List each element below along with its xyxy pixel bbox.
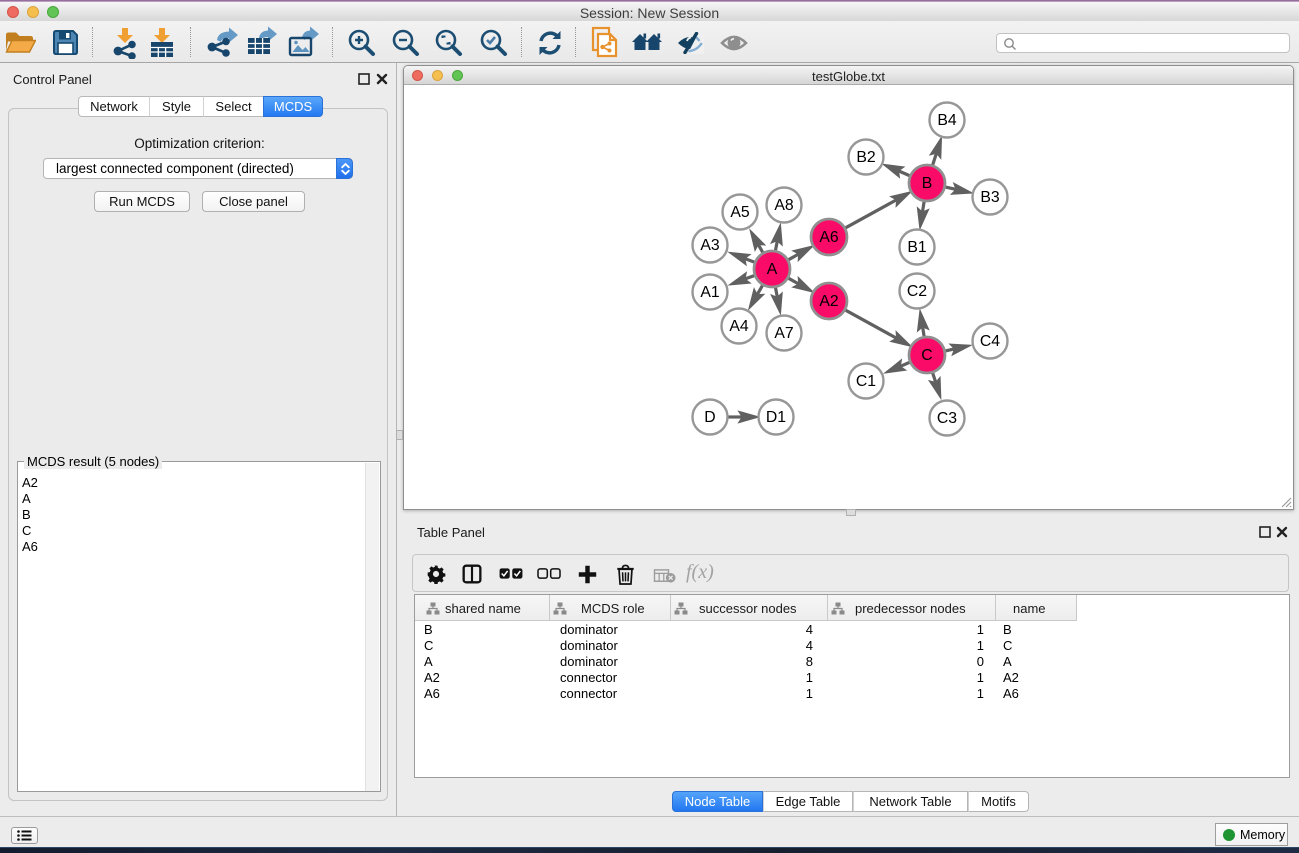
svg-text:B: B <box>922 175 933 192</box>
svg-text:C3: C3 <box>937 410 957 427</box>
svg-text:A8: A8 <box>774 197 794 214</box>
svg-text:A4: A4 <box>729 318 749 335</box>
svg-text:C: C <box>921 347 932 364</box>
svg-text:B2: B2 <box>856 149 875 166</box>
svg-text:B1: B1 <box>907 239 927 256</box>
svg-text:B3: B3 <box>980 189 1000 206</box>
svg-text:A1: A1 <box>700 284 720 301</box>
svg-text:A5: A5 <box>730 204 750 221</box>
svg-text:A6: A6 <box>819 229 839 246</box>
svg-text:B4: B4 <box>937 112 957 129</box>
svg-text:A7: A7 <box>774 325 793 342</box>
svg-text:C4: C4 <box>980 333 1000 350</box>
svg-text:C2: C2 <box>907 283 927 300</box>
svg-text:A3: A3 <box>700 237 720 254</box>
svg-text:D: D <box>704 409 715 426</box>
svg-text:D1: D1 <box>766 409 786 426</box>
svg-text:C1: C1 <box>856 373 876 390</box>
svg-text:A: A <box>767 261 778 278</box>
svg-text:A2: A2 <box>819 293 838 310</box>
